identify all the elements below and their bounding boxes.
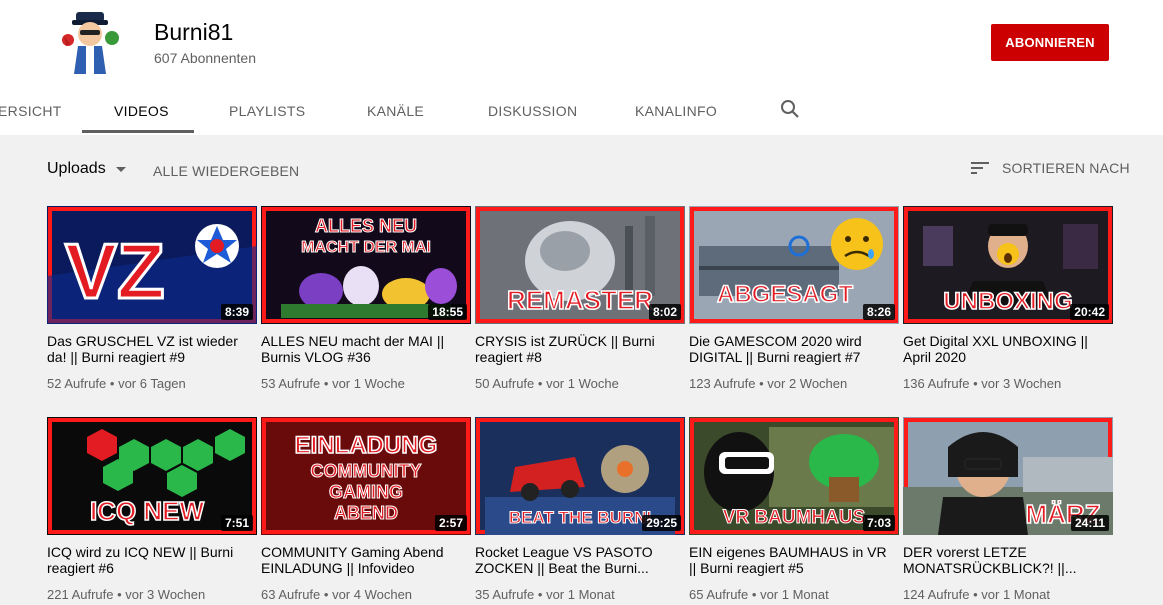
svg-text:BEAT THE BURNI: BEAT THE BURNI xyxy=(509,508,651,527)
video-thumbnail[interactable]: UNBOXING 20:42 xyxy=(903,206,1113,324)
video-duration: 18:55 xyxy=(428,304,467,320)
active-tab-indicator xyxy=(82,130,194,133)
svg-text:ALLES NEU: ALLES NEU xyxy=(315,216,417,236)
video-age: vor 1 Monat xyxy=(981,587,1050,602)
svg-text:VZ: VZ xyxy=(65,227,165,315)
video-title[interactable]: Das GRUSCHEL VZ ist wieder da! || Burni … xyxy=(47,333,247,365)
video-meta: 221 Aufrufe • vor 3 Wochen xyxy=(47,587,206,602)
video-duration: 20:42 xyxy=(1070,304,1109,320)
video-age: vor 1 Monat xyxy=(546,587,615,602)
uploads-label: Uploads xyxy=(47,160,106,177)
video-views: 65 Aufrufe xyxy=(689,587,749,602)
video-age: vor 3 Wochen xyxy=(125,587,206,602)
video-title[interactable]: Die GAMESCOM 2020 wird DIGITAL || Burni … xyxy=(689,333,889,365)
video-age: vor 1 Woche xyxy=(332,376,405,391)
channel-avatar[interactable] xyxy=(50,2,130,82)
video-meta: 63 Aufrufe • vor 4 Wochen xyxy=(261,587,413,602)
video-age: vor 2 Wochen xyxy=(767,376,848,391)
video-thumbnail[interactable]: BEAT THE BURNI 29:25 xyxy=(475,417,685,535)
uploads-dropdown[interactable]: Uploads xyxy=(47,160,126,178)
video-duration: 2:57 xyxy=(434,515,467,531)
video-age: vor 1 Woche xyxy=(546,376,619,391)
video-views: 50 Aufrufe xyxy=(475,376,535,391)
video-duration: 8:02 xyxy=(648,304,681,320)
video-age: vor 6 Tagen xyxy=(118,376,186,391)
search-icon[interactable] xyxy=(779,98,801,120)
sort-button[interactable]: SORTIEREN NACH xyxy=(970,160,1130,176)
video-meta: 53 Aufrufe • vor 1 Woche xyxy=(261,376,405,391)
play-all-button[interactable]: ALLE WIEDERGEBEN xyxy=(153,163,299,179)
tab-discussion[interactable]: DISKUSSION xyxy=(488,88,577,133)
video-thumbnail[interactable]: VR BAUMHAUS 7:03 xyxy=(689,417,899,535)
sort-label: SORTIEREN NACH xyxy=(1002,160,1130,176)
video-title[interactable]: DER vorerst LETZE MONATSRÜCKBLICK?! ||..… xyxy=(903,544,1103,576)
video-duration: 8:39 xyxy=(220,304,253,320)
svg-text:ABEND: ABEND xyxy=(334,503,398,523)
video-thumbnail[interactable]: VZ 8:39 xyxy=(47,206,257,324)
video-views: 124 Aufrufe xyxy=(903,587,970,602)
video-thumbnail[interactable]: REMASTER 8:02 xyxy=(475,206,685,324)
video-meta: 123 Aufrufe • vor 2 Wochen xyxy=(689,376,848,391)
video-views: 221 Aufrufe xyxy=(47,587,114,602)
tab-videos[interactable]: VIDEOS xyxy=(114,88,169,133)
svg-text:VR BAUMHAUS: VR BAUMHAUS xyxy=(723,507,866,528)
video-title[interactable]: CRYSIS ist ZURÜCK || Burni reagiert #8 xyxy=(475,333,675,365)
video-meta: 124 Aufrufe • vor 1 Monat xyxy=(903,587,1050,602)
svg-text:COMMUNITY: COMMUNITY xyxy=(311,461,422,481)
video-age: vor 3 Wochen xyxy=(981,376,1062,391)
video-age: vor 4 Wochen xyxy=(332,587,413,602)
video-title[interactable]: Rocket League VS PASOTO ZOCKEN || Beat t… xyxy=(475,544,675,576)
video-title[interactable]: ALLES NEU macht der MAI || Burnis VLOG #… xyxy=(261,333,461,365)
video-duration: 7:03 xyxy=(862,515,895,531)
svg-text:MACHT DER MAI: MACHT DER MAI xyxy=(301,239,431,256)
video-views: 53 Aufrufe xyxy=(261,376,321,391)
tab-playlists[interactable]: PLAYLISTS xyxy=(229,88,305,133)
video-meta: 35 Aufrufe • vor 1 Monat xyxy=(475,587,615,602)
video-duration: 29:25 xyxy=(642,515,681,531)
svg-text:EINLADUNG: EINLADUNG xyxy=(295,432,438,459)
svg-text:UNBOXING: UNBOXING xyxy=(943,288,1072,315)
svg-text:GAMING: GAMING xyxy=(329,482,403,502)
video-views: 123 Aufrufe xyxy=(689,376,756,391)
video-title[interactable]: COMMUNITY Gaming Abend EINLADUNG || Info… xyxy=(261,544,461,576)
subscriber-count: 607 Abonnenten xyxy=(154,50,256,66)
tab-channels[interactable]: KANÄLE xyxy=(367,88,424,133)
video-thumbnail[interactable]: EINLADUNG COMMUNITY GAMING ABEND 2:57 xyxy=(261,417,471,535)
video-views: 63 Aufrufe xyxy=(261,587,321,602)
svg-text:ABGESAGT: ABGESAGT xyxy=(717,281,853,308)
tab-overview[interactable]: ÜBERSICHT xyxy=(0,88,62,133)
video-age: vor 1 Monat xyxy=(760,587,829,602)
caret-down-icon xyxy=(115,166,126,172)
video-meta: 50 Aufrufe • vor 1 Woche xyxy=(475,376,619,391)
video-title[interactable]: Get Digital XXL UNBOXING || April 2020 xyxy=(903,333,1103,365)
sort-icon xyxy=(971,162,989,174)
tab-about[interactable]: KANALINFO xyxy=(635,88,717,133)
video-views: 136 Aufrufe xyxy=(903,376,970,391)
video-duration: 7:51 xyxy=(220,515,253,531)
video-views: 52 Aufrufe xyxy=(47,376,107,391)
video-title[interactable]: EIN eigenes BAUMHAUS in VR || Burni reag… xyxy=(689,544,889,576)
video-thumbnail[interactable]: ALLES NEU MACHT DER MAI 18:55 xyxy=(261,206,471,324)
channel-name: Burni81 xyxy=(154,19,234,45)
video-thumbnail[interactable]: ABGESAGT 8:26 xyxy=(689,206,899,324)
video-duration: 24:11 xyxy=(1070,515,1109,531)
video-thumbnail[interactable]: ICQ NEW 7:51 xyxy=(47,417,257,535)
svg-text:REMASTER: REMASTER xyxy=(507,285,653,315)
video-title[interactable]: ICQ wird zu ICQ NEW || Burni reagiert #6 xyxy=(47,544,247,576)
video-duration: 8:26 xyxy=(862,304,895,320)
video-thumbnail[interactable]: MÄRZ 24:11 xyxy=(903,417,1113,535)
video-meta: 52 Aufrufe • vor 6 Tagen xyxy=(47,376,186,391)
video-views: 35 Aufrufe xyxy=(475,587,535,602)
subscribe-button[interactable]: ABONNIEREN xyxy=(991,24,1109,61)
video-meta: 136 Aufrufe • vor 3 Wochen xyxy=(903,376,1062,391)
svg-text:ICQ NEW: ICQ NEW xyxy=(90,496,205,526)
channel-tabs: ÜBERSICHT VIDEOS PLAYLISTS KANÄLE DISKUS… xyxy=(0,88,1163,135)
video-meta: 65 Aufrufe • vor 1 Monat xyxy=(689,587,829,602)
